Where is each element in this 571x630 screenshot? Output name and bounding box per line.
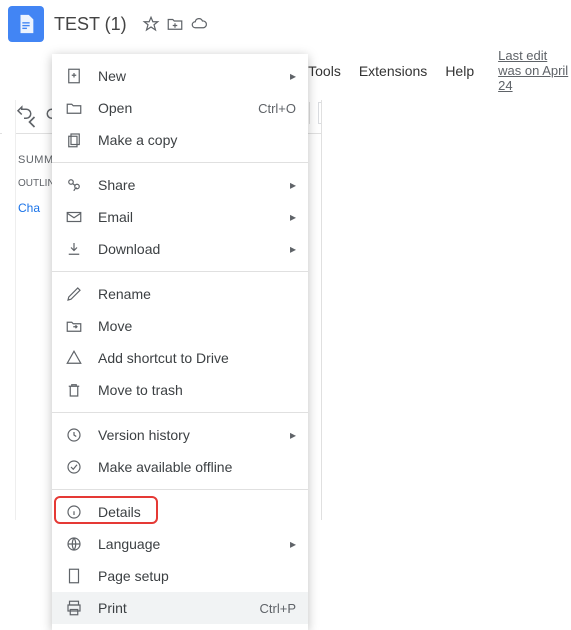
vertical-ruler <box>2 100 16 520</box>
star-icon[interactable] <box>141 14 161 34</box>
submenu-arrow-icon: ▸ <box>290 242 296 256</box>
menu-item-new[interactable]: New ▸ <box>52 60 308 92</box>
menu-shortcut: Ctrl+O <box>258 101 296 116</box>
menu-item-offline[interactable]: Make available offline <box>52 451 308 483</box>
move-icon <box>64 316 84 336</box>
menu-label: Move to trash <box>98 382 296 398</box>
menu-label: Details <box>98 504 296 520</box>
back-arrow-icon[interactable] <box>18 108 46 136</box>
docs-logo-icon[interactable] <box>8 6 44 42</box>
menu-tools[interactable]: Tools <box>302 59 347 83</box>
menu-item-email[interactable]: Email ▸ <box>52 201 308 233</box>
download-icon <box>64 239 84 259</box>
menu-item-language[interactable]: Language ▸ <box>52 528 308 560</box>
menu-extensions[interactable]: Extensions <box>353 59 433 83</box>
menu-label: Add shortcut to Drive <box>98 350 296 366</box>
last-edit-link[interactable]: Last edit was on April 24 <box>498 48 571 93</box>
menu-item-page-setup[interactable]: Page setup <box>52 560 308 592</box>
menu-item-share[interactable]: Share ▸ <box>52 169 308 201</box>
menu-item-version-history[interactable]: Version history ▸ <box>52 419 308 451</box>
new-doc-icon <box>64 66 84 86</box>
menu-label: Email <box>98 209 290 225</box>
menu-item-open[interactable]: Open Ctrl+O <box>52 92 308 124</box>
submenu-arrow-icon: ▸ <box>290 210 296 224</box>
page-setup-icon <box>64 566 84 586</box>
print-icon <box>64 598 84 618</box>
document-canvas[interactable] <box>321 100 571 520</box>
menu-label: Language <box>98 536 290 552</box>
menu-label: Page setup <box>98 568 296 584</box>
submenu-arrow-icon: ▸ <box>290 537 296 551</box>
globe-icon <box>64 534 84 554</box>
trash-icon <box>64 380 84 400</box>
submenu-arrow-icon: ▸ <box>290 69 296 83</box>
menu-label: Rename <box>98 286 296 302</box>
menu-label: Share <box>98 177 290 193</box>
menu-label: Make available offline <box>98 459 296 475</box>
menu-item-move[interactable]: Move <box>52 310 308 342</box>
outline-chapter-link[interactable]: Cha <box>18 201 54 215</box>
info-icon <box>64 502 84 522</box>
move-folder-icon[interactable] <box>165 14 185 34</box>
folder-open-icon <box>64 98 84 118</box>
share-icon <box>64 175 84 195</box>
submenu-arrow-icon: ▸ <box>290 178 296 192</box>
history-icon <box>64 425 84 445</box>
menu-label: Make a copy <box>98 132 296 148</box>
menu-shortcut: Ctrl+P <box>260 601 296 616</box>
menu-item-details[interactable]: Details <box>52 496 308 528</box>
rename-icon <box>64 284 84 304</box>
menu-item-download[interactable]: Download ▸ <box>52 233 308 265</box>
outline-heading: OUTLINE <box>18 178 54 189</box>
menu-item-trash[interactable]: Move to trash <box>52 374 308 406</box>
drive-shortcut-icon <box>64 348 84 368</box>
menu-item-print[interactable]: Print Ctrl+P <box>52 592 308 624</box>
file-menu-dropdown: New ▸ Open Ctrl+O Make a copy Share ▸ Em… <box>52 54 308 630</box>
email-icon <box>64 207 84 227</box>
summary-heading: SUMMARY <box>18 154 54 166</box>
offline-icon <box>64 457 84 477</box>
menu-label: Version history <box>98 427 290 443</box>
menu-label: Download <box>98 241 290 257</box>
document-title[interactable]: TEST (1) <box>54 14 127 35</box>
menu-label: Move <box>98 318 296 334</box>
copy-icon <box>64 130 84 150</box>
menu-item-rename[interactable]: Rename <box>52 278 308 310</box>
menu-help[interactable]: Help <box>439 59 480 83</box>
cloud-status-icon[interactable] <box>189 14 209 34</box>
submenu-arrow-icon: ▸ <box>290 428 296 442</box>
menu-label: Print <box>98 600 260 616</box>
menu-item-add-shortcut[interactable]: Add shortcut to Drive <box>52 342 308 374</box>
menu-item-make-copy[interactable]: Make a copy <box>52 124 308 156</box>
menu-label: New <box>98 68 290 84</box>
menu-label: Open <box>98 100 258 116</box>
